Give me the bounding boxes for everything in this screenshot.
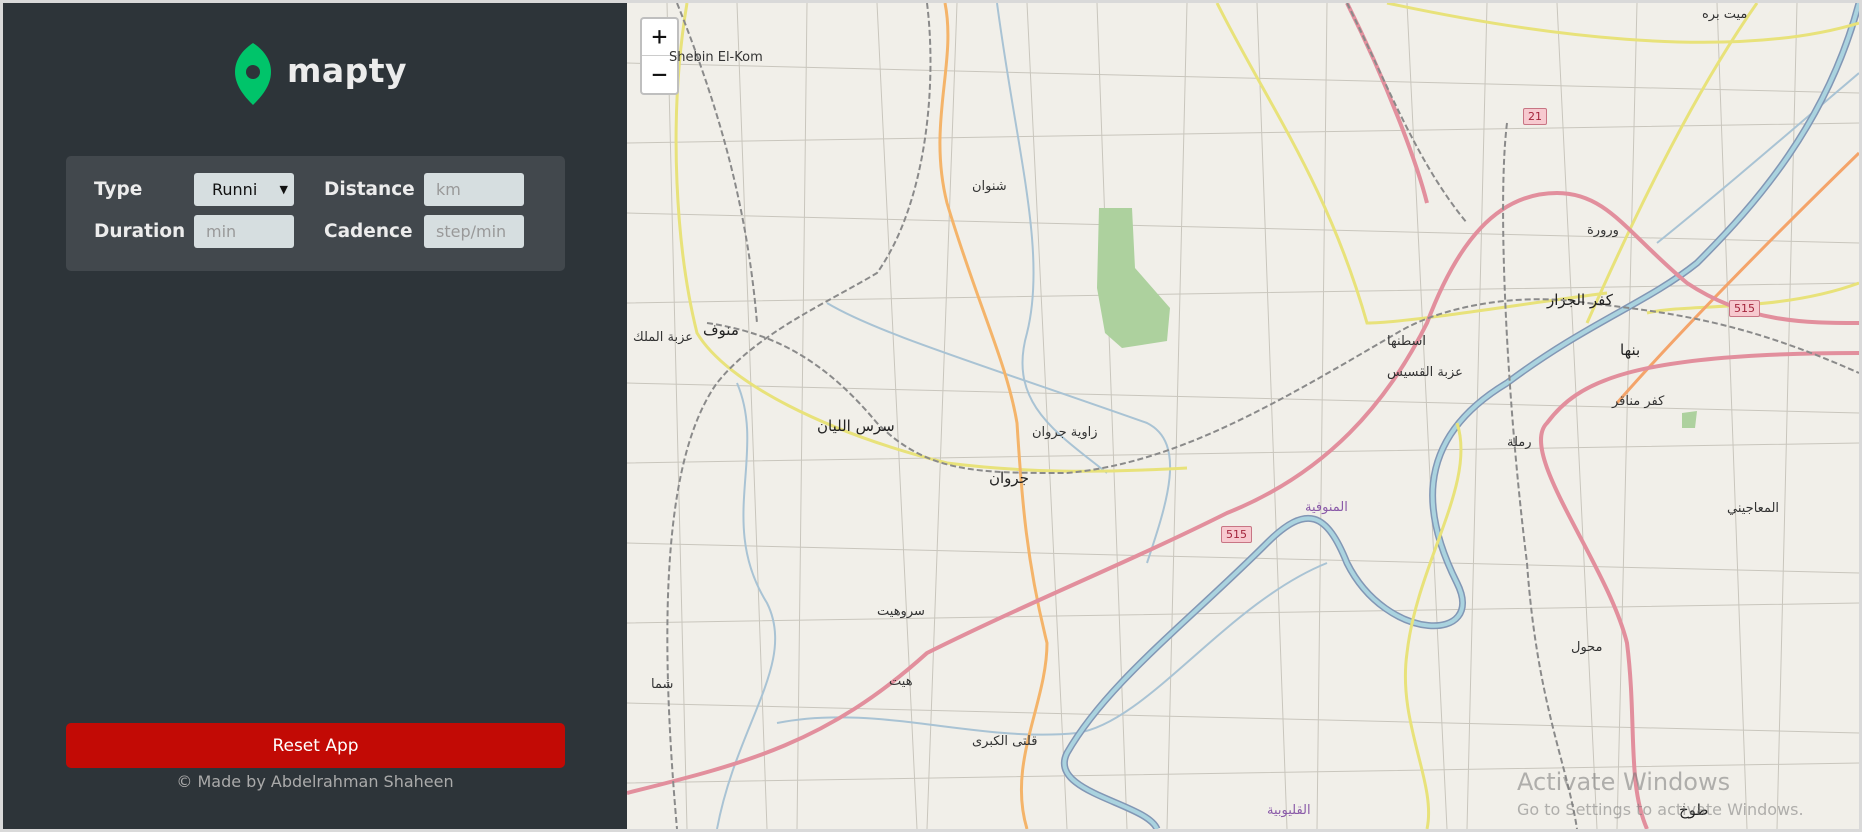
duration-input[interactable]: min [194, 215, 294, 248]
app-root: mapty Type Runni ▼ Distance km Duration … [3, 3, 1859, 829]
place-label: عزبة القسيس [1387, 365, 1463, 380]
map-tiles [627, 3, 1859, 829]
activate-windows-watermark: Activate Windows [1517, 768, 1731, 796]
place-label: منوف [703, 321, 739, 339]
place-label: Shebin El-Kom [669, 50, 763, 65]
place-label: المعاجيني [1727, 501, 1780, 516]
place-label: جروان [989, 469, 1029, 487]
map[interactable]: + − Shebin El-Kom منوف عزبة الملك سرس ال… [627, 3, 1859, 829]
place-label: عزبة الملك [633, 330, 693, 345]
caret-down-icon: ▼ [279, 183, 288, 196]
place-label: هيت [889, 674, 913, 689]
place-label: القليوبية [1267, 803, 1311, 818]
cadence-label: Cadence [324, 221, 413, 242]
place-label: كفر الجزار [1547, 291, 1613, 309]
place-label: قلتى الكبرى [972, 734, 1038, 749]
type-label: Type [94, 179, 143, 200]
distance-input[interactable]: km [424, 173, 524, 206]
place-label: شما [651, 677, 674, 692]
road-shield: 21 [1523, 108, 1547, 125]
cadence-row: Cadence step/min [324, 215, 524, 248]
distance-row: Distance km [324, 173, 524, 206]
type-select-value: Runni [212, 180, 258, 199]
sidebar: mapty Type Runni ▼ Distance km Duration … [3, 3, 627, 829]
brand-name: mapty [287, 50, 408, 90]
type-select[interactable]: Runni ▼ [194, 173, 294, 206]
place-label: بنها [1620, 341, 1641, 359]
place-label: سروهيت [877, 604, 925, 619]
place-label: اسطنها [1387, 334, 1427, 349]
place-label: ميت بره [1702, 7, 1748, 22]
place-label: سرس الليان [817, 417, 895, 435]
activate-windows-subtext: Go to Settings to activate Windows. [1517, 800, 1804, 819]
duration-label: Duration [94, 221, 186, 242]
place-label: محول [1571, 640, 1603, 655]
place-label: كفر مناقر [1612, 394, 1665, 409]
copyright-text: © Made by Abdelrahman Shaheen [176, 772, 454, 791]
place-label: رملة [1507, 435, 1532, 450]
place-label: ورورة [1587, 223, 1619, 238]
cadence-input[interactable]: step/min [424, 215, 524, 248]
road-shield: 515 [1729, 300, 1760, 317]
type-row: Type Runni ▼ [94, 173, 294, 206]
workout-form: Type Runni ▼ Distance km Duration min Ca… [66, 156, 565, 271]
place-label: المنوفية [1305, 500, 1348, 515]
road-shield: 515 [1221, 526, 1252, 543]
distance-label: Distance [324, 179, 415, 200]
logo: mapty [233, 41, 407, 107]
duration-row: Duration min [94, 215, 294, 248]
place-label: زاوية جروان [1032, 425, 1098, 440]
map-pin-icon [235, 43, 271, 105]
reset-app-button[interactable]: Reset App [66, 723, 565, 768]
place-label: شنوان [972, 179, 1007, 194]
